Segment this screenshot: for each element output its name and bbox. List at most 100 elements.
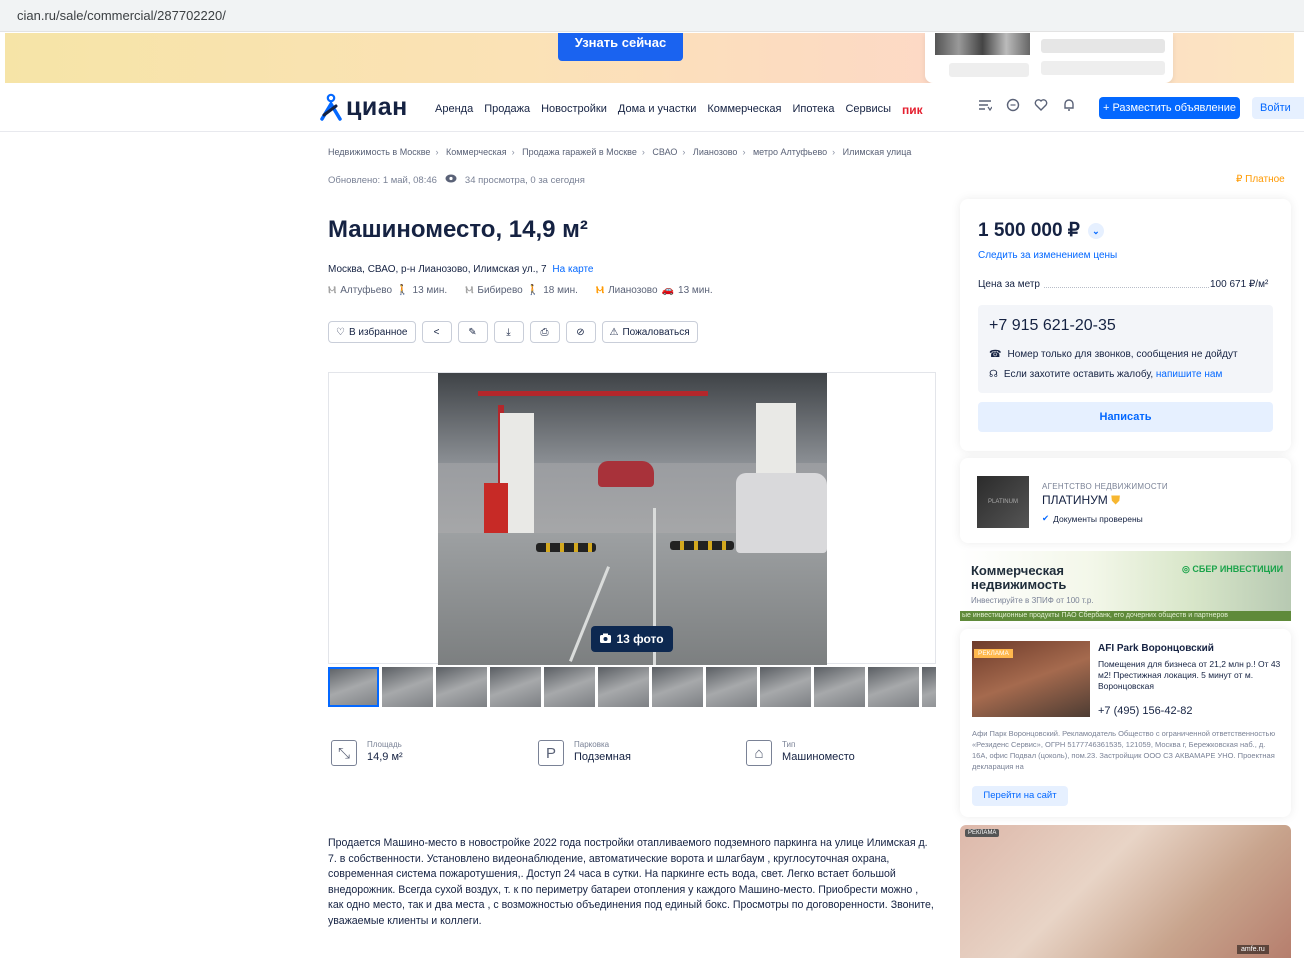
banner-image [935,33,1030,55]
shield-icon: ⛊ [1111,493,1121,507]
verified-icon: ✔ [1042,513,1050,523]
edit-button[interactable]: ✎ [457,321,488,343]
metro-list: Ⲙ Алтуфьево 🚶 13 мин. Ⲙ Бибирево 🚶 18 ми… [328,285,713,296]
agency-logo[interactable]: PLATINUM [977,476,1029,528]
afi-ad-card[interactable]: РЕКЛАМА AFI Park Воронцовский Помещения … [960,629,1291,817]
download-button[interactable]: ⤓ [493,321,524,343]
chat-icon[interactable] [1005,98,1021,114]
feature-label: Тип [782,740,796,749]
login-button[interactable]: Войти [1252,97,1304,119]
bell-icon[interactable] [1061,98,1077,114]
nav-rent[interactable]: Аренда [435,103,473,117]
breadcrumb-item[interactable]: Коммерческая [446,147,507,157]
breadcrumb-item[interactable]: СВАО [652,147,677,157]
heart-icon: ♡ [336,326,345,338]
heart-icon[interactable] [1033,98,1049,114]
thumbnail[interactable] [436,667,487,707]
parking-icon: P [538,740,564,766]
photo-car [598,461,654,487]
favorite-label: В избранное [348,326,408,338]
thumbnail[interactable] [760,667,811,707]
nav-sale[interactable]: Продажа [484,103,530,117]
breadcrumb-item[interactable]: Продажа гаражей в Москве [522,147,637,157]
agency-card[interactable]: PLATINUM АГЕНТСТВО НЕДВИЖИМОСТИ ПЛАТИНУМ… [960,458,1291,543]
calls-note: ☎ Номер только для звонков, сообщения не… [989,349,1238,360]
metro-station[interactable]: Ⲙ Бибирево 🚶 18 мин. [465,285,578,296]
phone-number[interactable]: +7 915 621-20-35 [989,317,1116,335]
top-ad-banner[interactable]: Узнать сейчас [5,33,1294,83]
updated-date: Обновлено: 1 май, 08:46 [328,174,437,186]
favorite-button[interactable]: ♡ В избранное [328,321,416,343]
price: 1 500 000 ₽ ⌄ [978,219,1104,242]
sber-ad-disclaimer: ые инвестиционные продукты ПАО Сбербанк,… [960,611,1291,621]
chevron-down-icon[interactable]: ⌄ [1087,222,1104,239]
nav-mortgage[interactable]: Ипотека [793,103,835,117]
breadcrumb-item[interactable]: Недвижимость в Москве [328,147,430,157]
metro-station[interactable]: Ⲙ Лианозово 🚗 13 мин. [596,285,713,296]
breadcrumb-item[interactable]: метро Алтуфьево [753,147,827,157]
agency-name[interactable]: ПЛАТИНУМ ⛊ [1042,493,1120,508]
url-text[interactable]: cian.ru/sale/commercial/287702220/ [17,8,226,23]
thumbnail[interactable] [922,667,936,707]
follow-price-link[interactable]: Следить за изменением цены [978,250,1117,261]
nav-services[interactable]: Сервисы [845,103,891,117]
thumbnail[interactable] [382,667,433,707]
thumbnail[interactable] [868,667,919,707]
report-button[interactable]: ⚠ Пожаловаться [601,321,698,343]
thumbnail[interactable] [814,667,865,707]
print-button[interactable]: ⎙ [529,321,560,343]
feature-label: Площадь [367,740,402,749]
address-text[interactable]: Москва, СВАО, р-н Лианозово, Илимская ул… [328,264,547,275]
compare-icon[interactable] [977,98,993,114]
write-us-link[interactable]: напишите нам [1156,369,1222,380]
garage-icon: ⌂ [746,740,772,766]
afi-ad-name[interactable]: AFI Park Воронцовский [1098,643,1214,654]
sber-ad[interactable]: Коммерческая недвижимость Инвестируйте в… [960,551,1291,621]
print-icon: ⎙ [540,326,549,338]
learn-now-button[interactable]: Узнать сейчас [558,33,683,61]
main-photo[interactable] [438,373,827,665]
metro-icon: Ⲙ [595,285,605,296]
price-per-meter-label: Цена за метр [978,279,1040,290]
cian-logo[interactable]: циан [320,92,408,122]
price-card: 1 500 000 ₽ ⌄ Следить за изменением цены… [960,199,1291,451]
share-icon: < [433,326,440,338]
post-listing-button[interactable]: + Разместить объявление [1099,97,1240,119]
views-count[interactable]: 34 просмотра, 0 за сегодня [465,175,585,186]
nav-new-buildings[interactable]: Новостройки [541,103,607,117]
breadcrumb-item[interactable]: Лианозово [693,147,738,157]
map-link[interactable]: На карте [552,264,593,275]
photo-speed-bump [536,543,596,552]
phone-box: +7 915 621-20-35 ☎ Номер только для звон… [978,305,1273,393]
thumbnail[interactable] [598,667,649,707]
complaint-note: ☊ Если захотите оставить жалобу, напишит… [989,369,1222,380]
hide-button[interactable]: ⊘ [565,321,596,343]
photo-gallery[interactable]: 13 фото [328,372,936,665]
dotted-leader [1044,287,1209,288]
thumbnail[interactable] [544,667,595,707]
browser-url-bar[interactable]: cian.ru/sale/commercial/287702220/ [0,0,1304,32]
share-button[interactable]: < [421,321,452,343]
metro-station[interactable]: Ⲙ Алтуфьево 🚶 13 мин. [328,285,447,296]
thumbnail[interactable] [490,667,541,707]
thumbnail[interactable] [328,667,379,707]
agency-verified: ✔ Документы проверены [1042,513,1143,524]
go-to-site-button[interactable]: Перейти на сайт [972,786,1068,806]
warning-icon: ⚠ [609,326,619,338]
breadcrumb-separator: › [435,147,439,157]
thumbnail[interactable] [652,667,703,707]
thumbnail[interactable] [706,667,757,707]
nav-houses[interactable]: Дома и участки [618,103,696,117]
nav-pik[interactable]: пик [902,103,923,117]
page-title: Машиноместо, 14,9 м² [328,216,588,243]
write-button[interactable]: Написать [978,402,1273,432]
site-header: циан Аренда Продажа Новостройки Дома и у… [0,84,1304,132]
photo-count-button[interactable]: 13 фото [591,626,673,652]
banner-placeholder [1041,61,1165,75]
nav-commercial[interactable]: Коммерческая [707,103,781,117]
breadcrumb-item[interactable]: Илимская улица [843,147,912,157]
afi-ad-phone[interactable]: +7 (495) 156-42-82 [1098,705,1192,717]
metro-icon: Ⲙ [465,285,474,296]
bottom-ad-image[interactable]: РЕКЛАМА amfe.ru [960,825,1291,958]
address: Москва, СВАО, р-н Лианозово, Илимская ул… [328,264,594,275]
